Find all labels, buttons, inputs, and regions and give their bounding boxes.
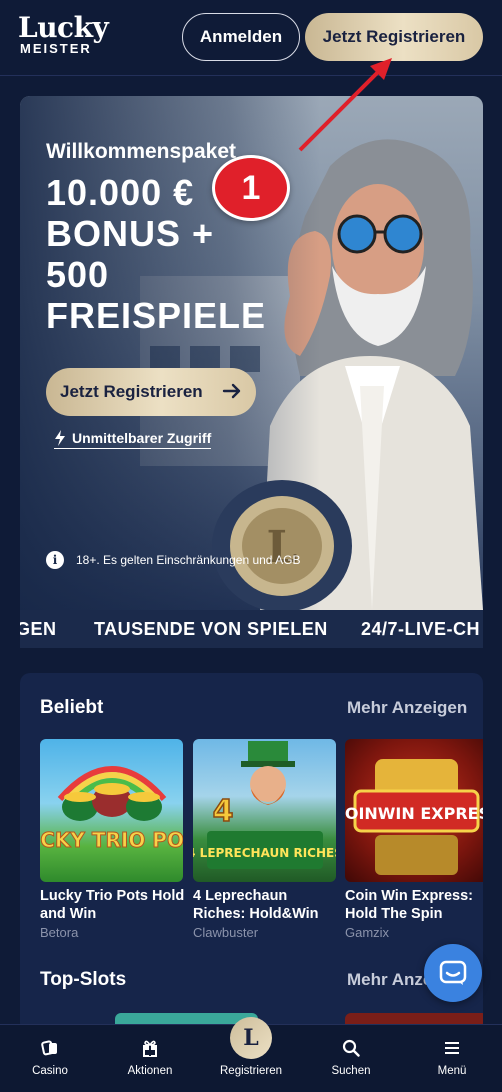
game-thumbnail: 4 4 LEPRECHAUN RICHES xyxy=(193,741,336,869)
terms-note-text: 18+. Es gelten Einschränkungen und AGB xyxy=(76,553,301,567)
nav-label: Suchen xyxy=(331,1065,371,1077)
nav-menu[interactable]: Menü xyxy=(402,1025,502,1092)
hero-register-label: Jetzt Registrieren xyxy=(60,382,203,401)
terms-note: i 18+. Es gelten Einschränkungen und AGB xyxy=(46,551,301,569)
casino-icon xyxy=(41,1040,57,1056)
bottom-navigation: Casino Aktionen L Registrieren Suchen Me… xyxy=(0,1017,502,1092)
arrow-right-icon xyxy=(222,383,241,399)
svg-text:4: 4 xyxy=(213,794,234,829)
svg-text:4 LEPRECHAUN RICHES: 4 LEPRECHAUN RICHES xyxy=(193,846,336,860)
game-provider: Gamzix xyxy=(345,925,390,940)
lucky-meister-logo[interactable]: Lucky MEISTER xyxy=(18,14,114,60)
nav-label: Aktionen xyxy=(127,1065,173,1077)
svg-text:COINWIN EXPRESS: COINWIN EXPRESS xyxy=(345,804,483,823)
gift-icon xyxy=(143,1040,157,1057)
logo-l-icon: L xyxy=(230,1017,272,1059)
info-icon: i xyxy=(46,551,64,569)
search-icon xyxy=(342,1039,360,1057)
logo-wordmark: Lucky xyxy=(18,11,109,44)
login-button[interactable]: Anmelden xyxy=(182,13,300,61)
game-title[interactable]: Lucky Trio Pots Hold and Win xyxy=(40,887,185,923)
nav-casino[interactable]: Casino xyxy=(0,1025,100,1092)
logo-subtitle: MEISTER xyxy=(20,41,92,56)
hero-eyebrow: Willkommenspaket xyxy=(46,140,237,163)
lightning-icon xyxy=(55,430,65,446)
game-thumbnail: COINWIN EXPRESS xyxy=(345,759,483,875)
svg-text:LUCKY TRIO POTS: LUCKY TRIO POTS xyxy=(40,828,183,852)
game-provider: Betora xyxy=(40,925,79,940)
nav-search[interactable]: Suchen xyxy=(301,1025,401,1092)
show-more-popular-link[interactable]: Mehr Anzeigen xyxy=(347,698,467,718)
feature-ticker: GEN TAUSENDE VON SPIELEN 24/7-LIVE-CH xyxy=(20,610,483,648)
section-title-popular: Beliebt xyxy=(40,697,104,718)
register-button[interactable]: Jetzt Registrieren xyxy=(305,13,483,61)
chat-icon xyxy=(439,960,467,985)
casino-chip-image: L xyxy=(212,480,352,610)
step-number-badge: 1 xyxy=(212,155,290,221)
chat-button[interactable] xyxy=(424,944,482,1002)
game-title[interactable]: 4 Leprechaun Riches: Hold&Win xyxy=(193,887,338,923)
instant-access-link[interactable]: Unmittelbarer Zugriff xyxy=(54,430,212,449)
instant-access-label: Unmittelbarer Zugriff xyxy=(72,430,212,446)
menu-icon xyxy=(445,1042,459,1054)
ticker-item: GEN xyxy=(20,619,57,639)
nav-label: Casino xyxy=(32,1065,68,1077)
section-title-top-slots: Top-Slots xyxy=(40,969,127,990)
game-provider: Clawbuster xyxy=(193,925,259,940)
nav-label: Registrieren xyxy=(220,1065,282,1077)
game-card-lucky-trio-pots[interactable]: LUCKY TRIO POTS xyxy=(40,739,183,882)
hero-register-button[interactable]: Jetzt Registrieren xyxy=(46,368,256,416)
ticker-item: TAUSENDE VON SPIELEN xyxy=(94,619,328,639)
top-header: Lucky MEISTER Anmelden Jetzt Registriere… xyxy=(0,0,502,76)
game-card-coin-win-express[interactable]: COINWIN EXPRESS xyxy=(345,739,483,882)
nav-register[interactable]: L Registrieren xyxy=(201,1017,301,1092)
nav-promotions[interactable]: Aktionen xyxy=(100,1025,200,1092)
game-card-4-leprechaun-riches[interactable]: 4 4 LEPRECHAUN RICHES xyxy=(193,739,336,882)
game-thumbnail: LUCKY TRIO POTS xyxy=(40,766,183,853)
game-title[interactable]: Coin Win Express: Hold The Spin xyxy=(345,887,483,923)
nav-label: Menü xyxy=(437,1065,467,1077)
games-panel: Beliebt Mehr Anzeigen LUCKY TRIO POTS Lu… xyxy=(20,673,483,1033)
ticker-item: 24/7-LIVE-CH xyxy=(361,619,481,639)
